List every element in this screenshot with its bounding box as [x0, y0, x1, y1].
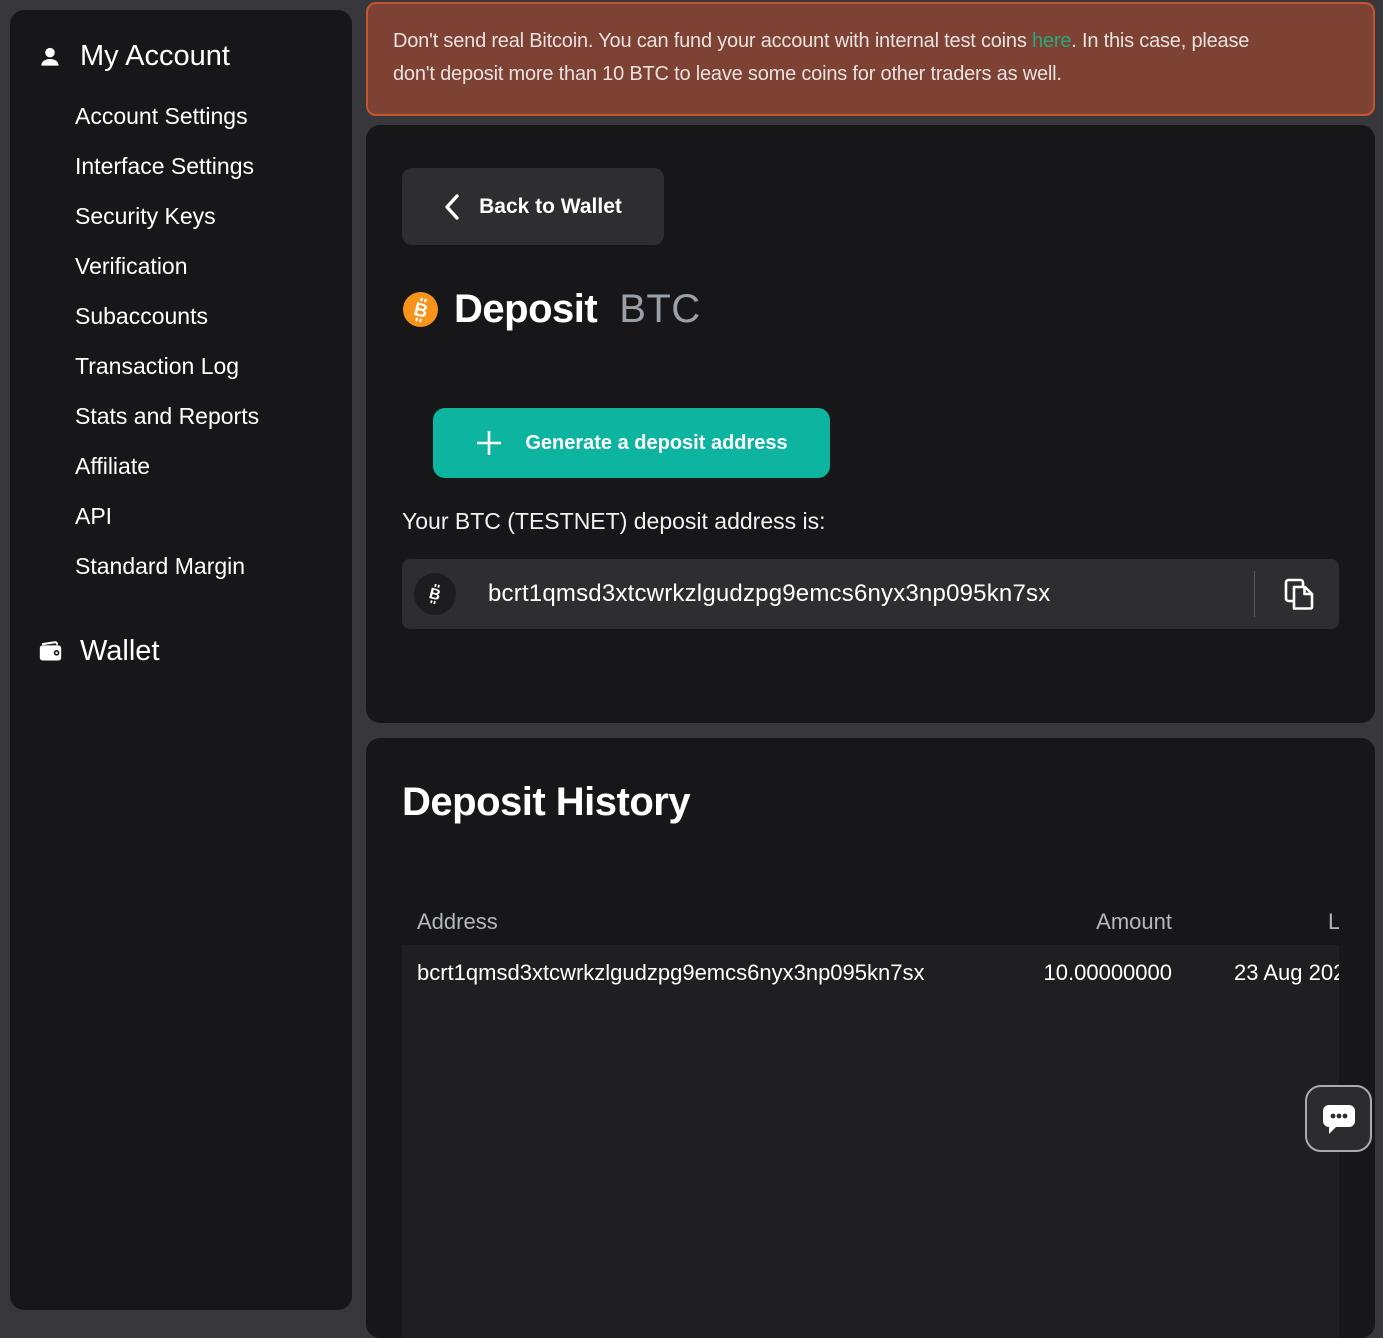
deposit-address-field[interactable]: B bcrt1qmsd3xtcwrkzlgudzpg9emcs6nyx3np09…	[402, 559, 1339, 629]
generate-button-label: Generate a deposit address	[525, 432, 787, 455]
deposit-history-card: Deposit History Address Amount L bcrt1qm…	[366, 738, 1375, 1338]
deposit-history-table: Address Amount L bcrt1qmsd3xtcwrkzlgudzp…	[402, 895, 1339, 1338]
page-title: Deposit	[454, 287, 597, 332]
sidebar-item-subaccounts[interactable]: Subaccounts	[75, 291, 352, 341]
table-header-row: Address Amount L	[402, 895, 1339, 945]
back-to-wallet-button[interactable]: Back to Wallet	[402, 168, 664, 245]
sidebar-item-affiliate[interactable]: Affiliate	[75, 441, 352, 491]
table-body: bcrt1qmsd3xtcwrkzlgudzpg9emcs6nyx3np095k…	[402, 945, 1339, 1338]
fund-account-link[interactable]: here	[1032, 30, 1071, 52]
sidebar-item-stats-and-reports[interactable]: Stats and Reports	[75, 391, 352, 441]
sidebar-item-interface-settings[interactable]: Interface Settings	[75, 141, 352, 191]
wallet-icon	[36, 638, 64, 666]
column-header-address: Address	[417, 909, 498, 935]
person-icon	[36, 43, 64, 71]
back-to-wallet-label: Back to Wallet	[479, 195, 622, 219]
divider	[1254, 571, 1255, 617]
plus-icon	[475, 429, 503, 457]
sidebar-items: Account Settings Interface Settings Secu…	[10, 73, 352, 591]
column-header-amount: Amount	[1096, 909, 1172, 935]
bitcoin-icon: B	[403, 292, 438, 327]
cell-date: 23 Aug 202	[1234, 960, 1339, 986]
svg-text:B: B	[427, 585, 442, 604]
asset-symbol: BTC	[619, 287, 701, 332]
svg-text:B: B	[411, 299, 429, 323]
sidebar-section-wallet[interactable]: Wallet	[10, 605, 352, 668]
column-header-last: L	[1328, 909, 1339, 935]
copy-icon	[1283, 577, 1315, 611]
cell-address: bcrt1qmsd3xtcwrkzlgudzpg9emcs6nyx3np095k…	[417, 960, 924, 986]
deposit-address-prompt: Your BTC (TESTNET) deposit address is:	[402, 508, 826, 535]
deposit-address-value: bcrt1qmsd3xtcwrkzlgudzpg9emcs6nyx3np095k…	[488, 580, 1050, 608]
copy-address-button[interactable]	[1279, 575, 1319, 613]
sidebar-item-api[interactable]: API	[75, 491, 352, 541]
chevron-left-icon	[444, 194, 459, 220]
testnet-warning-banner: Don't send real Bitcoin. You can fund yo…	[366, 2, 1375, 116]
sidebar-item-account-settings[interactable]: Account Settings	[75, 91, 352, 141]
sidebar-item-transaction-log[interactable]: Transaction Log	[75, 341, 352, 391]
sidebar-section-my-account[interactable]: My Account	[10, 10, 352, 73]
deposit-card: Back to Wallet B Deposit BTC Generate a …	[366, 125, 1375, 723]
table-row: bcrt1qmsd3xtcwrkzlgudzpg9emcs6nyx3np095k…	[402, 945, 1339, 1000]
sidebar-item-verification[interactable]: Verification	[75, 241, 352, 291]
sidebar-item-standard-margin[interactable]: Standard Margin	[75, 541, 352, 591]
chat-bubble-icon	[1319, 1100, 1359, 1138]
sidebar: My Account Account Settings Interface Se…	[10, 10, 352, 1310]
banner-text-line2: don't deposit more than 10 BTC to leave …	[393, 63, 1062, 85]
chat-widget-button[interactable]	[1305, 1085, 1372, 1152]
sidebar-item-security-keys[interactable]: Security Keys	[75, 191, 352, 241]
generate-deposit-address-button[interactable]: Generate a deposit address	[433, 408, 830, 478]
bitcoin-coin-icon: B	[414, 573, 456, 615]
sidebar-section-label: My Account	[80, 40, 230, 73]
deposit-heading: B Deposit BTC	[403, 287, 701, 332]
history-title: Deposit History	[402, 780, 690, 825]
sidebar-section-label: Wallet	[80, 635, 160, 668]
banner-text-1: Don't send real Bitcoin. You can fund yo…	[393, 30, 1032, 52]
cell-amount: 10.00000000	[1044, 960, 1172, 986]
banner-text-2: . In this case, please	[1071, 30, 1249, 52]
